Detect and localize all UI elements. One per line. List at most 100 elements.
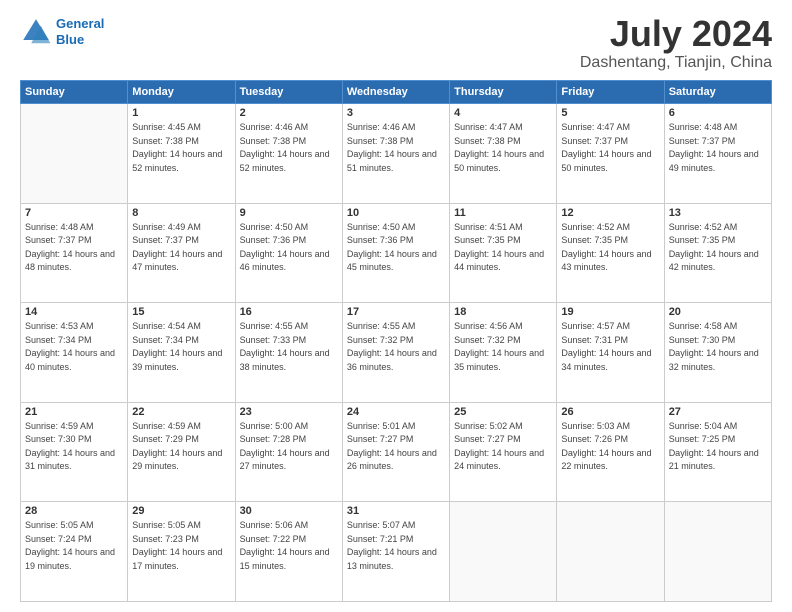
- calendar-header-monday: Monday: [128, 81, 235, 104]
- day-info: Sunrise: 4:55 AMSunset: 7:33 PMDaylight:…: [240, 320, 338, 374]
- day-info: Sunrise: 4:47 AMSunset: 7:37 PMDaylight:…: [561, 121, 659, 175]
- calendar-cell: 5 Sunrise: 4:47 AMSunset: 7:37 PMDaylight…: [557, 104, 664, 204]
- day-info: Sunrise: 4:45 AMSunset: 7:38 PMDaylight:…: [132, 121, 230, 175]
- day-info: Sunrise: 5:04 AMSunset: 7:25 PMDaylight:…: [669, 420, 767, 474]
- day-info: Sunrise: 5:01 AMSunset: 7:27 PMDaylight:…: [347, 420, 445, 474]
- day-info: Sunrise: 4:46 AMSunset: 7:38 PMDaylight:…: [347, 121, 445, 175]
- calendar-cell: [664, 502, 771, 602]
- day-number: 4: [454, 107, 552, 119]
- calendar-header-sunday: Sunday: [21, 81, 128, 104]
- day-info: Sunrise: 4:49 AMSunset: 7:37 PMDaylight:…: [132, 221, 230, 275]
- day-number: 19: [561, 306, 659, 318]
- calendar-cell: 6 Sunrise: 4:48 AMSunset: 7:37 PMDaylight…: [664, 104, 771, 204]
- calendar-cell: 2 Sunrise: 4:46 AMSunset: 7:38 PMDaylight…: [235, 104, 342, 204]
- calendar-week-2: 7 Sunrise: 4:48 AMSunset: 7:37 PMDaylight…: [21, 203, 772, 303]
- calendar-cell: 30 Sunrise: 5:06 AMSunset: 7:22 PMDayligh…: [235, 502, 342, 602]
- page: General Blue July 2024 Dashentang, Tianj…: [0, 0, 792, 612]
- calendar-cell: 13Sunrise: 4:52 AMSunset: 7:35 PMDayligh…: [664, 203, 771, 303]
- day-number: 15: [132, 306, 230, 318]
- day-info: Sunrise: 4:47 AMSunset: 7:38 PMDaylight:…: [454, 121, 552, 175]
- day-info: Sunrise: 4:58 AMSunset: 7:30 PMDaylight:…: [669, 320, 767, 374]
- day-number: 1: [132, 107, 230, 119]
- day-number: 23: [240, 406, 338, 418]
- day-number: 18: [454, 306, 552, 318]
- calendar-cell: 4 Sunrise: 4:47 AMSunset: 7:38 PMDaylight…: [450, 104, 557, 204]
- day-number: 28: [25, 505, 123, 517]
- calendar-cell: 3Sunrise: 4:46 AMSunset: 7:38 PMDaylight…: [342, 104, 449, 204]
- day-info: Sunrise: 4:48 AMSunset: 7:37 PMDaylight:…: [669, 121, 767, 175]
- calendar-cell: 27Sunrise: 5:04 AMSunset: 7:25 PMDayligh…: [664, 402, 771, 502]
- calendar-header-tuesday: Tuesday: [235, 81, 342, 104]
- title-block: July 2024 Dashentang, Tianjin, China: [580, 16, 772, 72]
- calendar-cell: 14 Sunrise: 4:53 AMSunset: 7:34 PMDayligh…: [21, 303, 128, 403]
- logo-general: General: [56, 16, 104, 31]
- day-info: Sunrise: 4:50 AMSunset: 7:36 PMDaylight:…: [240, 221, 338, 275]
- day-info: Sunrise: 4:53 AMSunset: 7:34 PMDaylight:…: [25, 320, 123, 374]
- day-info: Sunrise: 4:50 AMSunset: 7:36 PMDaylight:…: [347, 221, 445, 275]
- day-number: 14: [25, 306, 123, 318]
- day-info: Sunrise: 5:06 AMSunset: 7:22 PMDaylight:…: [240, 519, 338, 573]
- calendar-cell: 20 Sunrise: 4:58 AMSunset: 7:30 PMDayligh…: [664, 303, 771, 403]
- calendar-cell: 26 Sunrise: 5:03 AMSunset: 7:26 PMDayligh…: [557, 402, 664, 502]
- calendar-cell: 23 Sunrise: 5:00 AMSunset: 7:28 PMDayligh…: [235, 402, 342, 502]
- day-info: Sunrise: 5:03 AMSunset: 7:26 PMDaylight:…: [561, 420, 659, 474]
- day-info: Sunrise: 4:46 AMSunset: 7:38 PMDaylight:…: [240, 121, 338, 175]
- calendar-cell: 7 Sunrise: 4:48 AMSunset: 7:37 PMDaylight…: [21, 203, 128, 303]
- header: General Blue July 2024 Dashentang, Tianj…: [20, 16, 772, 72]
- day-info: Sunrise: 5:05 AMSunset: 7:24 PMDaylight:…: [25, 519, 123, 573]
- calendar-cell: 9 Sunrise: 4:50 AMSunset: 7:36 PMDaylight…: [235, 203, 342, 303]
- calendar-cell: 28 Sunrise: 5:05 AMSunset: 7:24 PMDayligh…: [21, 502, 128, 602]
- calendar-header-friday: Friday: [557, 81, 664, 104]
- calendar-cell: 25Sunrise: 5:02 AMSunset: 7:27 PMDayligh…: [450, 402, 557, 502]
- logo-text: General Blue: [56, 16, 104, 47]
- calendar-week-5: 28 Sunrise: 5:05 AMSunset: 7:24 PMDayligh…: [21, 502, 772, 602]
- day-info: Sunrise: 5:02 AMSunset: 7:27 PMDaylight:…: [454, 420, 552, 474]
- calendar-table: SundayMondayTuesdayWednesdayThursdayFrid…: [20, 80, 772, 602]
- day-number: 6: [669, 107, 767, 119]
- day-info: Sunrise: 4:54 AMSunset: 7:34 PMDaylight:…: [132, 320, 230, 374]
- logo-icon: [20, 16, 52, 48]
- location-subtitle: Dashentang, Tianjin, China: [580, 54, 772, 72]
- day-info: Sunrise: 4:52 AMSunset: 7:35 PMDaylight:…: [561, 221, 659, 275]
- calendar-week-4: 21 Sunrise: 4:59 AMSunset: 7:30 PMDayligh…: [21, 402, 772, 502]
- day-number: 26: [561, 406, 659, 418]
- calendar-cell: 12 Sunrise: 4:52 AMSunset: 7:35 PMDayligh…: [557, 203, 664, 303]
- day-number: 11: [454, 207, 552, 219]
- calendar-cell: [21, 104, 128, 204]
- calendar-cell: 31Sunrise: 5:07 AMSunset: 7:21 PMDayligh…: [342, 502, 449, 602]
- day-number: 7: [25, 207, 123, 219]
- day-info: Sunrise: 4:59 AMSunset: 7:29 PMDaylight:…: [132, 420, 230, 474]
- day-number: 22: [132, 406, 230, 418]
- day-number: 12: [561, 207, 659, 219]
- calendar-header-wednesday: Wednesday: [342, 81, 449, 104]
- calendar-header-row: SundayMondayTuesdayWednesdayThursdayFrid…: [21, 81, 772, 104]
- day-number: 8: [132, 207, 230, 219]
- calendar-cell: 16 Sunrise: 4:55 AMSunset: 7:33 PMDayligh…: [235, 303, 342, 403]
- calendar-cell: [450, 502, 557, 602]
- day-number: 2: [240, 107, 338, 119]
- day-number: 29: [132, 505, 230, 517]
- calendar-week-3: 14 Sunrise: 4:53 AMSunset: 7:34 PMDayligh…: [21, 303, 772, 403]
- day-number: 16: [240, 306, 338, 318]
- day-number: 20: [669, 306, 767, 318]
- day-number: 21: [25, 406, 123, 418]
- calendar-cell: 18Sunrise: 4:56 AMSunset: 7:32 PMDayligh…: [450, 303, 557, 403]
- calendar-week-1: 1 Sunrise: 4:45 AMSunset: 7:38 PMDaylight…: [21, 104, 772, 204]
- day-info: Sunrise: 5:00 AMSunset: 7:28 PMDaylight:…: [240, 420, 338, 474]
- day-info: Sunrise: 5:07 AMSunset: 7:21 PMDaylight:…: [347, 519, 445, 573]
- day-number: 10: [347, 207, 445, 219]
- day-info: Sunrise: 4:57 AMSunset: 7:31 PMDaylight:…: [561, 320, 659, 374]
- month-title: July 2024: [580, 16, 772, 52]
- day-number: 13: [669, 207, 767, 219]
- day-number: 9: [240, 207, 338, 219]
- day-info: Sunrise: 4:59 AMSunset: 7:30 PMDaylight:…: [25, 420, 123, 474]
- calendar-cell: 8 Sunrise: 4:49 AMSunset: 7:37 PMDaylight…: [128, 203, 235, 303]
- calendar-cell: 17Sunrise: 4:55 AMSunset: 7:32 PMDayligh…: [342, 303, 449, 403]
- calendar-cell: 29Sunrise: 5:05 AMSunset: 7:23 PMDayligh…: [128, 502, 235, 602]
- calendar-cell: 21 Sunrise: 4:59 AMSunset: 7:30 PMDayligh…: [21, 402, 128, 502]
- day-info: Sunrise: 4:48 AMSunset: 7:37 PMDaylight:…: [25, 221, 123, 275]
- day-number: 30: [240, 505, 338, 517]
- day-number: 5: [561, 107, 659, 119]
- logo: General Blue: [20, 16, 104, 48]
- day-number: 17: [347, 306, 445, 318]
